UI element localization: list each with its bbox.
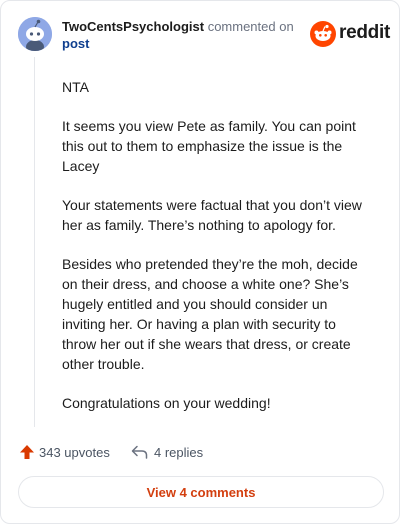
upvote-arrow-icon (20, 445, 34, 459)
snoo-avatar-icon[interactable] (18, 17, 52, 51)
upvote-count: 343 upvotes (39, 444, 110, 460)
reply-arrow-icon (131, 445, 148, 459)
logo-wordmark: reddit (339, 22, 390, 43)
comment-paragraph: Besides who pretended they’re the moh, d… (62, 256, 358, 372)
comment-card: TwoCentsPsychologist commented on post r… (0, 0, 400, 524)
action-text: commented on (207, 19, 294, 34)
username-link[interactable]: TwoCentsPsychologist (62, 19, 204, 34)
replies-button[interactable]: 4 replies (131, 442, 203, 462)
post-link[interactable]: post (62, 36, 89, 51)
comment-body: NTA It seems you view Pete as family. Yo… (62, 77, 362, 432)
view-comments-button[interactable]: View 4 comments (18, 476, 384, 508)
comment-paragraph: NTA (62, 79, 89, 95)
comment-paragraph: Congratulations on your wedding! (62, 395, 271, 411)
reddit-snoo-logo-icon (310, 21, 336, 47)
upvote-button[interactable]: 343 upvotes (19, 442, 110, 462)
reddit-logo[interactable]: reddit (310, 19, 390, 49)
reply-count: 4 replies (154, 444, 204, 460)
comment-header: TwoCentsPsychologist commented on post r… (18, 17, 390, 53)
comment-paragraph: It seems you view Pete as family. You ca… (62, 118, 356, 174)
comment-meta: TwoCentsPsychologist commented on post (62, 18, 312, 52)
comment-footer: 343 upvotes 4 replies (19, 442, 379, 462)
thread-line (34, 57, 35, 427)
comment-paragraph: Your statements were factual that you do… (62, 197, 362, 233)
